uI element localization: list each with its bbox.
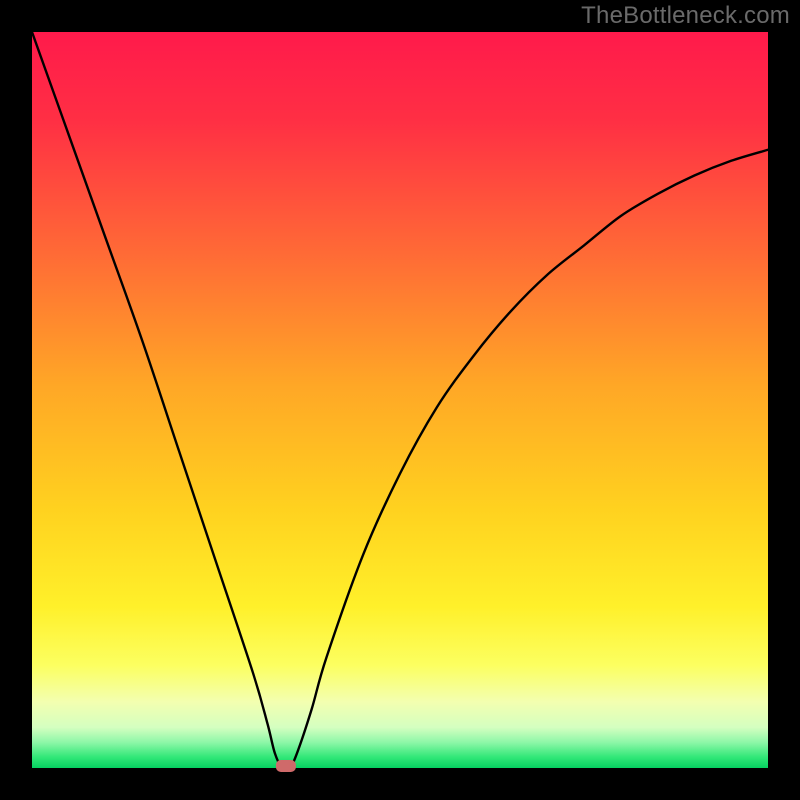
optimum-marker <box>276 760 296 772</box>
chart-frame: TheBottleneck.com <box>0 0 800 800</box>
bottleneck-chart <box>0 0 800 800</box>
watermark-text: TheBottleneck.com <box>581 2 790 30</box>
plot-background <box>32 32 768 768</box>
